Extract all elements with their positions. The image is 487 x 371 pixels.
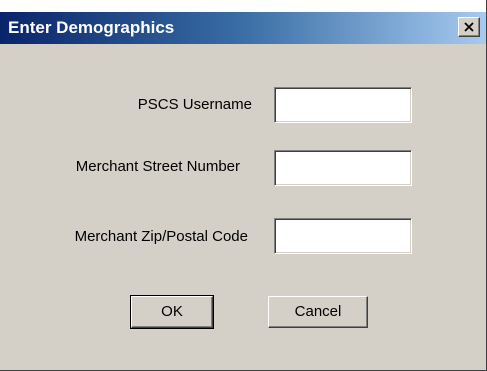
dialog-title: Enter Demographics	[8, 18, 175, 37]
cancel-button[interactable]: Cancel	[268, 296, 368, 328]
street-number-input[interactable]	[274, 150, 412, 186]
dialog-window: Enter Demographics PSCS Username Merchan…	[0, 0, 487, 371]
street-number-label: Merchant Street Number	[75, 158, 240, 175]
top-strip	[0, 0, 486, 12]
zip-postal-input[interactable]	[274, 218, 412, 254]
username-label: PSCS Username	[137, 96, 252, 113]
username-input[interactable]	[274, 87, 412, 123]
close-x-icon	[464, 22, 474, 32]
ok-button[interactable]: OK	[130, 295, 214, 329]
close-button[interactable]	[458, 17, 480, 37]
zip-postal-label: Merchant Zip/Postal Code	[74, 228, 248, 245]
title-bar[interactable]: Enter Demographics	[0, 12, 486, 44]
